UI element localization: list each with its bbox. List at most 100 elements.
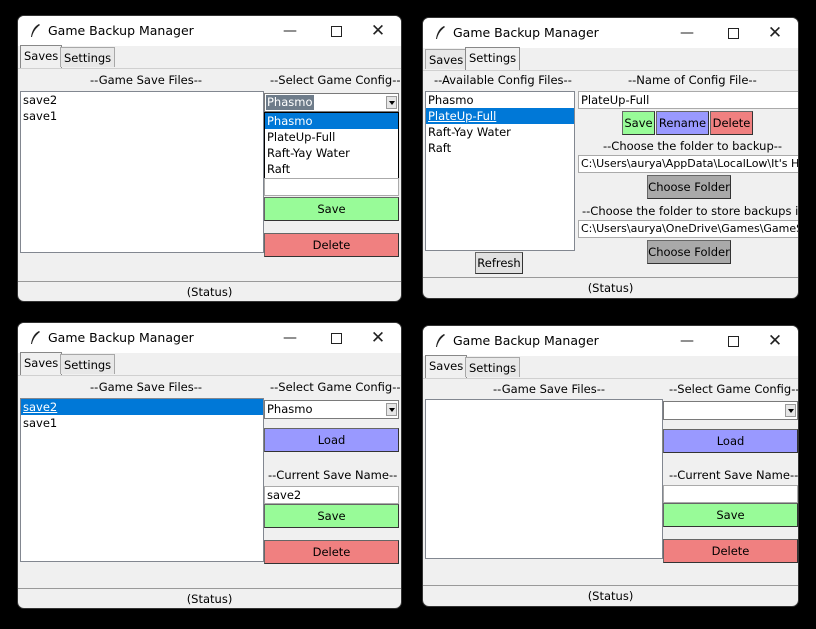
dropdown-option[interactable]: PlateUp-Full [265,129,398,145]
maximize-icon[interactable] [718,22,748,44]
list-item[interactable]: Raft-Yay Water [426,124,574,140]
delete-button[interactable]: Delete [264,540,399,564]
refresh-button[interactable]: Refresh [475,252,523,274]
dropdown-option[interactable]: Phasmo [265,113,398,129]
tab-bar: Saves Settings [18,45,401,69]
load-button[interactable]: Load [663,429,798,453]
config-files-listbox[interactable]: Phasmo PlateUp-Full Raft-Yay Water Raft [425,91,575,251]
window-title: Game Backup Manager [48,330,194,345]
chevron-down-icon[interactable] [785,404,796,417]
tab-saves[interactable]: Saves [425,49,468,69]
game-config-select[interactable]: Phasmo [264,93,399,112]
load-button[interactable]: Load [264,428,399,452]
delete-button-label: Delete [312,238,351,252]
rename-config-button[interactable]: Rename [656,111,709,135]
status-bar: (Status) [18,588,401,608]
choose-backup-folder-button[interactable]: Choose Folder [647,175,731,199]
feather-icon [436,26,445,39]
save-button[interactable]: Save [663,503,798,527]
list-item[interactable]: save2 [21,92,263,108]
tab-bar: Saves Settings [423,47,798,71]
tab-saves[interactable]: Saves [20,352,63,375]
feather-icon [436,334,445,347]
dropdown-option[interactable]: Raft [265,161,398,177]
minimize-icon[interactable]: — [275,20,305,42]
game-config-select[interactable] [663,401,798,420]
choose-folder-button-label: Choose Folder [648,245,730,259]
load-button-label: Load [317,433,346,447]
window-saves-empty: Game Backup Manager — ✕ Saves Settings -… [422,325,799,607]
status-bar: (Status) [423,585,798,606]
delete-config-button[interactable]: Delete [710,111,753,135]
window-saves-dropdown: Game Backup Manager — ✕ Saves Settings -… [17,15,402,302]
combo-selected-value [665,403,667,418]
save-config-button[interactable]: Save [622,111,655,135]
save-button-label: Save [624,116,653,130]
name-of-config-file-label: --Name of Config File-- [628,73,757,87]
list-item[interactable]: Raft [426,140,574,156]
maximize-icon[interactable] [321,20,351,42]
choose-store-folder-button[interactable]: Choose Folder [647,240,731,264]
chevron-down-icon[interactable] [386,96,397,109]
list-item[interactable]: PlateUp-Full [426,108,574,124]
game-save-files-label: --Game Save Files-- [90,380,203,394]
close-icon[interactable]: ✕ [363,327,393,349]
delete-button-label: Delete [711,544,750,558]
tab-saves[interactable]: Saves [20,45,63,68]
current-save-name-input[interactable] [264,178,399,196]
tab-bar: Saves Settings [423,355,798,379]
save-files-listbox[interactable]: save2 save1 [20,91,264,253]
game-config-dropdown[interactable]: Phasmo PlateUp-Full Raft-Yay Water Raft [264,112,399,179]
current-save-name-input[interactable]: save2 [264,486,399,504]
delete-button[interactable]: Delete [264,233,399,257]
window-settings: Game Backup Manager — ✕ Saves Settings -… [422,17,799,299]
current-save-name-label: --Current Save Name-- [669,468,799,482]
rename-button-label: Rename [658,116,707,130]
feather-icon [31,331,40,344]
tab-settings[interactable]: Settings [465,47,521,70]
current-save-name-input[interactable] [663,485,798,503]
tab-settings[interactable]: Settings [60,47,116,67]
list-item[interactable]: save2 [21,399,263,415]
minimize-icon[interactable]: — [672,330,702,352]
status-bar: (Status) [18,281,401,301]
load-button-label: Load [716,434,745,448]
maximize-icon[interactable] [718,330,748,352]
current-save-name-label: --Current Save Name-- [268,468,398,482]
close-icon[interactable]: ✕ [363,20,393,42]
title-bar[interactable]: Game Backup Manager — ✕ [18,323,401,353]
delete-button-label: Delete [712,116,751,130]
list-item[interactable]: save1 [21,108,263,124]
save-button-label: Save [317,509,346,523]
window-title: Game Backup Manager [453,25,599,40]
tab-settings[interactable]: Settings [465,357,521,377]
backup-folder-input[interactable]: C:\Users\aurya\AppData\LocalLow\It's Ha [578,155,798,173]
save-button[interactable]: Save [264,197,399,221]
game-save-files-label: --Game Save Files-- [493,382,606,396]
title-bar[interactable]: Game Backup Manager — ✕ [423,326,798,356]
tab-saves[interactable]: Saves [425,355,468,378]
save-files-listbox[interactable] [425,399,663,559]
maximize-icon[interactable] [321,327,351,349]
choose-folder-button-label: Choose Folder [648,180,730,194]
close-icon[interactable]: ✕ [760,22,790,44]
minimize-icon[interactable]: — [672,22,702,44]
feather-icon [31,24,40,37]
game-config-select[interactable]: Phasmo [264,400,399,419]
close-icon[interactable]: ✕ [760,330,790,352]
delete-button[interactable]: Delete [663,539,798,563]
minimize-icon[interactable]: — [275,327,305,349]
dropdown-option[interactable]: Raft-Yay Water [265,145,398,161]
save-files-listbox[interactable]: save2 save1 [20,398,264,562]
save-button[interactable]: Save [264,504,399,528]
title-bar[interactable]: Game Backup Manager — ✕ [423,18,798,48]
tab-settings[interactable]: Settings [60,354,116,374]
config-name-input[interactable]: PlateUp-Full [578,91,798,109]
list-item[interactable]: save1 [21,415,263,431]
title-bar[interactable]: Game Backup Manager — ✕ [18,16,401,46]
list-item[interactable]: Phasmo [426,92,574,108]
status-bar: (Status) [423,277,798,298]
window-saves-selected: Game Backup Manager — ✕ Saves Settings -… [17,322,402,609]
store-folder-input[interactable]: C:\Users\aurya\OneDrive\Games\GameSa [578,220,798,238]
chevron-down-icon[interactable] [386,403,397,416]
